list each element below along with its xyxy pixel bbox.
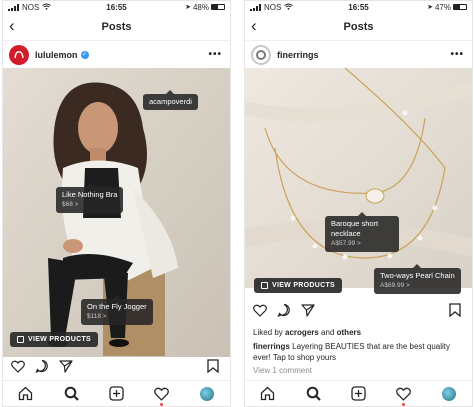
signal-icon — [8, 3, 19, 11]
bookmark-icon[interactable] — [448, 303, 462, 317]
product-tag[interactable]: On the Fly Jogger $118 > — [81, 295, 153, 325]
battery-percentage: 48% — [192, 2, 209, 12]
post-header: lululemon ✓ ••• — [3, 41, 230, 68]
tag-price: $68 > — [62, 201, 79, 208]
tag-price: $118 > — [87, 313, 107, 320]
shopping-bag-icon — [17, 336, 24, 343]
back-icon[interactable]: ‹ — [251, 17, 257, 35]
page-title: Posts — [343, 20, 374, 33]
add-icon[interactable] — [350, 386, 366, 402]
right-phone-screen: NOS 16:55 ➤ 47% ‹ Posts finerrings ••• B… — [244, 0, 473, 407]
battery-percentage: 47% — [434, 2, 451, 12]
tag-label: acampoverdi — [149, 97, 192, 106]
wifi-icon — [42, 3, 52, 12]
likes-middle: and — [318, 328, 337, 337]
profile-icon[interactable] — [441, 386, 457, 402]
search-icon[interactable] — [305, 386, 321, 402]
shopping-bag-icon — [261, 282, 268, 289]
comment-icon[interactable] — [277, 303, 291, 317]
liked-by-user[interactable]: acrogers — [285, 328, 319, 337]
product-tag[interactable]: acampoverdi — [143, 90, 198, 110]
product-tag[interactable]: Baroque short necklace A$57.99 > — [325, 212, 399, 252]
carrier-label: NOS — [22, 2, 40, 12]
likes-line: Liked by acrogers and others — [253, 327, 466, 338]
tag-label: Baroque short necklace — [331, 219, 379, 238]
share-icon[interactable] — [59, 359, 73, 373]
tag-price: A$57.99 > — [331, 240, 361, 247]
wifi-icon — [284, 3, 294, 12]
caption-username[interactable]: finerrings — [253, 342, 290, 351]
battery-icon — [211, 4, 225, 10]
view-products-button[interactable]: VIEW PRODUCTS — [10, 332, 99, 347]
battery-icon — [453, 4, 467, 10]
page-title: Posts — [101, 20, 132, 33]
heart-icon[interactable] — [11, 359, 25, 373]
view-products-label: VIEW PRODUCTS — [272, 282, 336, 289]
left-phone-screen: NOS 16:55 ➤ 48% ‹ Posts lululemon ✓ ••• — [2, 0, 231, 407]
home-icon[interactable] — [18, 386, 34, 402]
tag-label: On the Fly Jogger — [87, 302, 147, 311]
necklace-photo — [245, 68, 472, 288]
tag-price: A$69.99 > — [380, 282, 410, 289]
location-icon: ➤ — [185, 4, 191, 11]
avatar[interactable] — [9, 44, 29, 65]
back-icon[interactable]: ‹ — [9, 17, 15, 35]
home-icon[interactable] — [260, 386, 276, 402]
search-icon[interactable] — [63, 386, 79, 402]
status-bar: NOS 16:55 ➤ 47% — [245, 1, 472, 13]
post-username[interactable]: finerrings — [277, 50, 319, 60]
tag-label: Two-ways Pearl Chain — [380, 271, 455, 280]
liked-by-others[interactable]: others — [337, 328, 361, 337]
bottom-tab-bar — [245, 380, 472, 406]
location-icon: ➤ — [427, 4, 433, 11]
likes-prefix: Liked by — [253, 328, 286, 337]
navigation-bar: ‹ Posts — [3, 13, 230, 41]
view-comments-link[interactable]: View 1 comment — [253, 365, 466, 376]
product-tag[interactable]: Two-ways Pearl Chain A$69.99 > — [374, 264, 461, 294]
add-icon[interactable] — [108, 386, 124, 402]
view-products-label: VIEW PRODUCTS — [28, 336, 92, 343]
signal-icon — [250, 3, 261, 11]
notification-dot — [160, 402, 164, 406]
post-image[interactable]: acampoverdi Like Nothing Bra $68 > On th… — [3, 68, 230, 357]
avatar[interactable] — [251, 44, 271, 65]
post-actions — [245, 301, 472, 319]
share-icon[interactable] — [301, 303, 315, 317]
post-username[interactable]: lululemon — [35, 50, 78, 60]
tag-label: Like Nothing Bra — [62, 190, 118, 199]
activity-icon[interactable] — [396, 386, 412, 406]
heart-icon[interactable] — [253, 303, 267, 317]
product-tag[interactable]: Like Nothing Bra $68 > — [56, 183, 124, 213]
bottom-tab-bar — [3, 380, 230, 406]
view-products-button[interactable]: VIEW PRODUCTS — [254, 278, 343, 293]
post-caption: Liked by acrogers and others finerrings … — [253, 327, 466, 376]
caption-line: finerrings Layering BEAUTIES that are th… — [253, 341, 466, 363]
status-bar: NOS 16:55 ➤ 48% — [3, 1, 230, 13]
post-actions — [3, 357, 230, 375]
activity-icon[interactable] — [154, 386, 170, 406]
navigation-bar: ‹ Posts — [245, 13, 472, 41]
verified-icon: ✓ — [80, 50, 89, 59]
profile-icon[interactable] — [199, 386, 215, 402]
more-icon[interactable]: ••• — [208, 49, 222, 60]
comment-icon[interactable] — [35, 359, 49, 373]
bookmark-icon[interactable] — [206, 359, 220, 373]
post-header: finerrings ••• — [245, 41, 472, 68]
notification-dot — [402, 402, 406, 406]
carrier-label: NOS — [264, 2, 282, 12]
more-icon[interactable]: ••• — [450, 49, 464, 60]
